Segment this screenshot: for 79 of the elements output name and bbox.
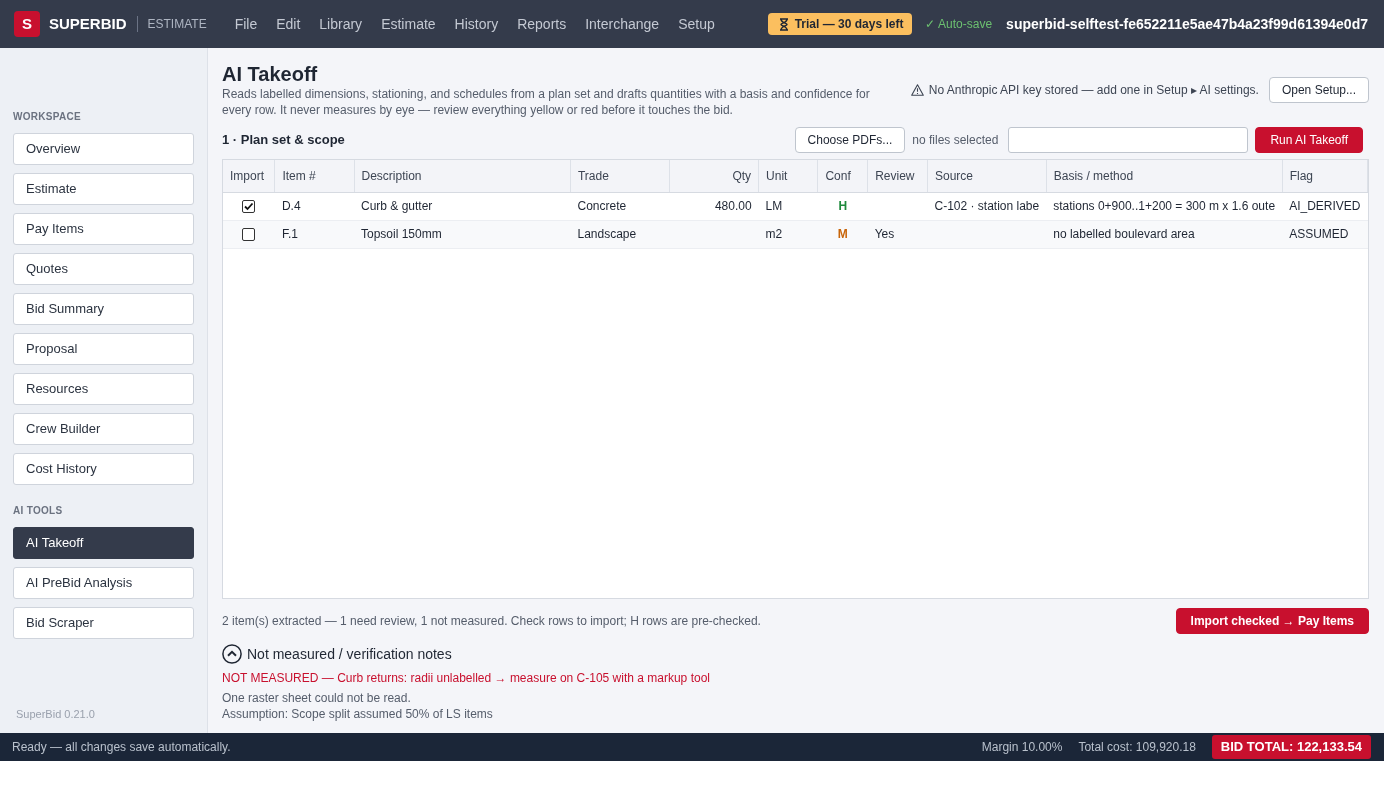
table-cell: stations 0+900..1+200 = 300 m x 1.6 oute bbox=[1046, 192, 1283, 220]
menu-item[interactable]: Interchange bbox=[585, 13, 660, 35]
column-header: Item # bbox=[274, 160, 354, 192]
product-label: ESTIMATE bbox=[147, 16, 207, 33]
table-cell: F.1 bbox=[274, 220, 354, 248]
menu-item[interactable]: Edit bbox=[276, 13, 301, 35]
column-header: Qty bbox=[669, 160, 759, 192]
table-cell: m2 bbox=[758, 220, 818, 248]
checkbox[interactable] bbox=[242, 200, 256, 214]
column-header: Trade bbox=[570, 160, 670, 192]
table-cell: H bbox=[817, 192, 868, 220]
table-cell: C-102 · station labe bbox=[927, 192, 1047, 220]
table-cell: Concrete bbox=[570, 192, 670, 220]
table-cell: D.4 bbox=[274, 192, 354, 220]
input-field[interactable] bbox=[1008, 127, 1249, 153]
note-text: Assumption: Scope split assumed 50% of LS items bbox=[222, 706, 494, 722]
project-name: superbid-selftest-fe652211e5ae47b4a23f99d61394e0d7 bbox=[1006, 14, 1368, 34]
sidebar-item[interactable]: AI Takeoff bbox=[13, 527, 194, 559]
version-label: SuperBid 0.21.0 bbox=[15, 707, 96, 721]
api-key-warning: No Anthropic API key stored — add one in Setup ▸ AI settings. bbox=[928, 82, 1259, 99]
choose-pdfs-button[interactable]: Choose PDFs... bbox=[794, 127, 906, 153]
page-description: Reads labelled dimensions, stationing, and schedules from a plan set and drafts quantities with a basis and confidence for every row. It never measures by eye — review everything yellow or red before it touches the bid. bbox=[222, 86, 871, 118]
brand-name: SUPERBID bbox=[49, 13, 127, 34]
notes-toggle[interactable]: Not measured / verification notes bbox=[222, 644, 452, 664]
table-cell: LM bbox=[758, 192, 818, 220]
margin-value: Margin 10.00% bbox=[981, 739, 1063, 756]
menu-item[interactable]: File bbox=[234, 13, 258, 35]
sidebar-item[interactable]: Estimate bbox=[13, 173, 194, 205]
column-header: Conf bbox=[817, 160, 868, 192]
hourglass-icon bbox=[778, 17, 789, 31]
table-cell: Curb & gutter bbox=[354, 192, 571, 220]
page-title: AI Takeoff bbox=[222, 62, 319, 86]
section-label: AI TOOLS bbox=[13, 504, 64, 518]
sidebar-item[interactable]: Crew Builder bbox=[13, 413, 194, 445]
sidebar-item[interactable]: AI PreBid Analysis bbox=[13, 567, 194, 599]
trial-text: Trial — 30 days left bbox=[794, 16, 904, 33]
menu-item[interactable]: Reports bbox=[517, 13, 567, 35]
app-logo: S bbox=[14, 11, 40, 37]
warning-icon bbox=[910, 84, 924, 96]
total-cost: Total cost: 109,920.18 bbox=[1078, 739, 1196, 756]
checkbox[interactable] bbox=[242, 228, 256, 242]
column-header: Description bbox=[354, 160, 571, 192]
bid-total: BID TOTAL: 122,133.54 bbox=[1211, 735, 1371, 759]
table-cell: AI_DERIVED bbox=[1282, 192, 1368, 220]
sidebar-item[interactable]: Overview bbox=[13, 133, 194, 165]
column-header: Unit bbox=[758, 160, 818, 192]
table-cell: Landscape bbox=[570, 220, 670, 248]
table-cell: Yes bbox=[867, 220, 928, 248]
import-checked-button[interactable]: Import checked → Pay Items bbox=[1175, 608, 1369, 634]
sidebar-item[interactable]: Proposal bbox=[13, 333, 194, 365]
table-cell: no labelled boulevard area bbox=[1046, 220, 1283, 248]
menu-item[interactable]: Estimate bbox=[381, 13, 436, 35]
open-setup-button[interactable]: Open Setup... bbox=[1268, 77, 1369, 103]
menu-item[interactable]: Library bbox=[319, 13, 363, 35]
section-label: WORKSPACE bbox=[13, 110, 83, 124]
menu-item[interactable]: History bbox=[454, 13, 499, 35]
column-header: Flag bbox=[1282, 160, 1368, 192]
sidebar-item[interactable]: Pay Items bbox=[13, 213, 194, 245]
autosave-status: ✓ Auto-save bbox=[925, 16, 993, 33]
extraction-summary: 2 item(s) extracted — 1 need review, 1 not measured. Check rows to import; H rows are pre-checked. bbox=[222, 613, 761, 630]
table-cell: 480.00 bbox=[669, 192, 759, 220]
status-message: Ready — all changes save automatically. bbox=[12, 739, 231, 756]
file-status: no files selected bbox=[912, 132, 999, 149]
sidebar-item[interactable]: Resources bbox=[13, 373, 194, 405]
column-header: Source bbox=[927, 160, 1047, 192]
sidebar-item[interactable]: Bid Scraper bbox=[13, 607, 194, 639]
column-header: Basis / method bbox=[1046, 160, 1283, 192]
table-cell: Topsoil 150mm bbox=[354, 220, 571, 248]
sidebar-item[interactable]: Quotes bbox=[13, 253, 194, 285]
alert-note: NOT MEASURED — Curb returns: radii unlabelled → measure on C-105 with a markup tool bbox=[222, 670, 711, 686]
column-header: Review bbox=[867, 160, 928, 192]
sidebar-item[interactable]: Cost History bbox=[13, 453, 194, 485]
table-cell: ASSUMED bbox=[1282, 220, 1368, 248]
section-heading: 1 · Plan set & scope bbox=[222, 131, 345, 150]
menu-item[interactable]: Setup bbox=[678, 13, 715, 35]
note-text: One raster sheet could not be read. bbox=[222, 690, 412, 706]
column-header: Import bbox=[223, 160, 275, 192]
run-ai-takeoff-button[interactable]: Run AI Takeoff bbox=[1255, 127, 1363, 153]
sidebar-item[interactable]: Bid Summary bbox=[13, 293, 194, 325]
